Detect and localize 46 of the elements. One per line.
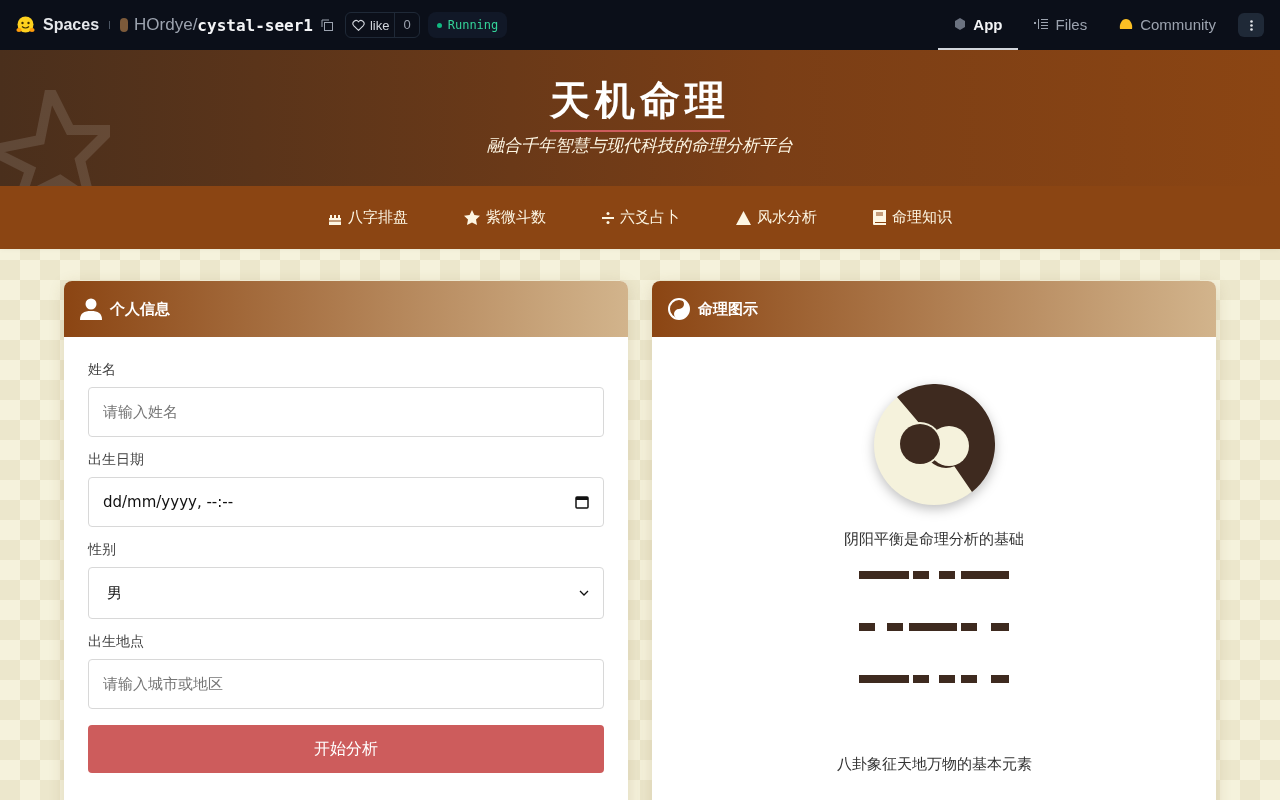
copy-icon[interactable] — [320, 19, 333, 31]
heart-icon — [351, 19, 365, 31]
nav-link[interactable]: 风水分析 — [736, 208, 817, 227]
field-label: 出生地点 — [88, 633, 145, 651]
more-icon — [1249, 19, 1253, 31]
input-field[interactable]: 请输入姓名 — [88, 387, 604, 437]
nav-link[interactable]: 紫微斗数 — [464, 208, 546, 227]
file-list-icon — [1034, 18, 1049, 30]
input-field[interactable]: 请输入城市或地区 — [88, 659, 604, 709]
owner-link[interactable]: HOrdye — [134, 15, 193, 35]
path-separator: / — [192, 15, 198, 35]
field-label: 性别 — [88, 541, 117, 559]
card-title: 个人信息 — [110, 299, 170, 319]
shell-icon — [1119, 18, 1134, 30]
nav-link[interactable]: 八字排盘 — [328, 208, 408, 227]
nav-tab[interactable]: Community — [1103, 0, 1232, 50]
like-button[interactable]: like 0 — [344, 12, 420, 38]
nav-link[interactable]: 六爻占卜 — [602, 208, 680, 227]
yin-yang-icon — [668, 298, 690, 320]
field-label: 姓名 — [88, 361, 117, 379]
field-label: 出生日期 — [88, 451, 145, 469]
star-decoration-icon — [0, 90, 110, 186]
site-subtitle: 融合千年智慧与现代科技的命理分析平台 — [487, 134, 793, 157]
card-title: 命理图示 — [698, 299, 758, 319]
more-button[interactable] — [1238, 13, 1264, 37]
repo-name[interactable]: cystal-seer1 — [197, 15, 313, 35]
book-icon — [873, 210, 886, 225]
star-icon — [464, 209, 480, 226]
divide-icon — [602, 211, 614, 224]
cube-icon — [954, 18, 967, 30]
nav-tab[interactable]: Files — [1018, 0, 1104, 50]
spaces-link[interactable]: Spaces — [43, 16, 100, 34]
chevron-down-icon — [579, 590, 589, 596]
gender-select[interactable]: 男 — [88, 567, 604, 619]
analyze-button[interactable]: 开始分析 — [88, 725, 604, 773]
smiley-logo-icon[interactable] — [16, 16, 35, 34]
nav-link[interactable]: 命理知识 — [873, 208, 952, 227]
site-title: 天机命理 — [550, 76, 730, 132]
calendar-icon[interactable] — [575, 495, 589, 509]
avatar-icon — [120, 18, 129, 32]
bagua-caption: 八卦象征天地万物的基本元素 — [836, 755, 1032, 774]
yin-yang-caption: 阴阳平衡是命理分析的基础 — [844, 530, 1024, 549]
status-badge: Running — [427, 12, 508, 38]
user-icon — [80, 298, 102, 320]
date-field[interactable]: dd/mm/yyyy, --:-- — [88, 477, 604, 527]
mountain-icon — [736, 210, 751, 225]
